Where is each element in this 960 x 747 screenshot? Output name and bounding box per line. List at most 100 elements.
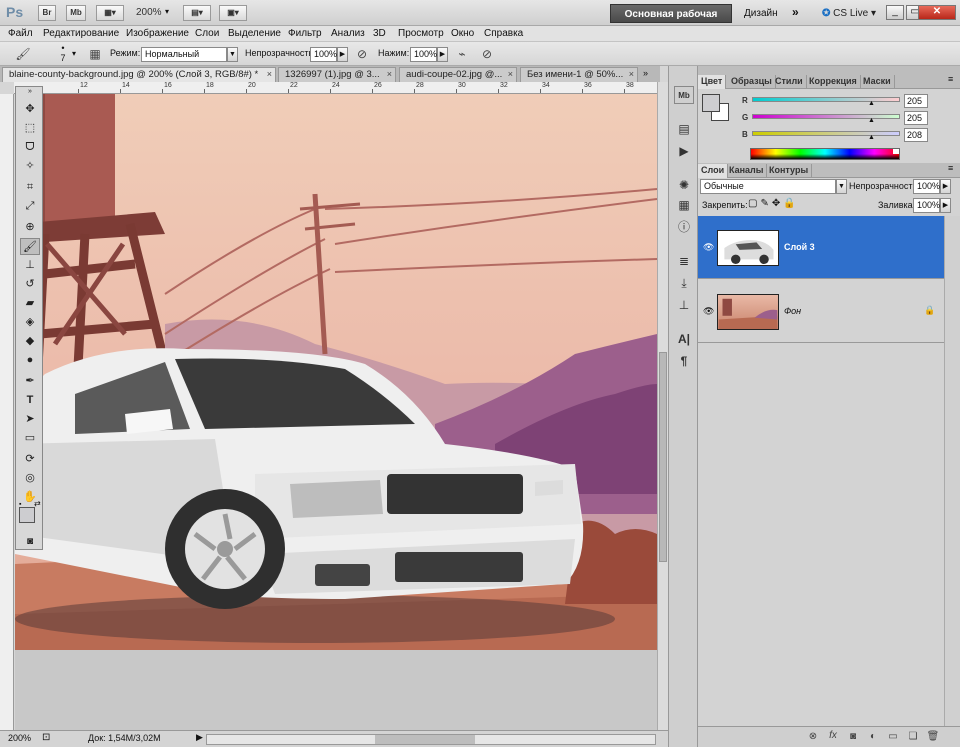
swap-colors-icon[interactable]: ⇄ xyxy=(34,499,41,508)
chevron-down-icon[interactable]: ▾ xyxy=(165,7,169,16)
quick-mask-icon[interactable]: ◙ xyxy=(20,533,40,550)
menu-edit[interactable]: Редактирование xyxy=(43,27,119,40)
tab-paths[interactable]: Контуры xyxy=(766,164,813,178)
opacity-input[interactable]: 100% xyxy=(310,47,337,62)
workspace-design-button[interactable]: Дизайн xyxy=(744,4,778,23)
color-spectrum-ramp[interactable] xyxy=(750,148,900,160)
tab-masks[interactable]: Маски xyxy=(860,75,895,89)
mode-select-chevron-icon[interactable]: ▼ xyxy=(227,47,238,62)
close-button[interactable]: ✕ xyxy=(918,5,956,20)
actions-panel-icon[interactable]: ▶ xyxy=(674,142,694,160)
fill-input[interactable]: 100% xyxy=(913,198,940,213)
link-layers-icon[interactable]: ⊗ xyxy=(806,731,820,742)
close-icon[interactable]: × xyxy=(267,68,272,81)
move-tool-icon[interactable]: ✥ xyxy=(20,101,40,118)
visibility-eye-icon[interactable]: 👁 xyxy=(703,242,714,253)
menu-analysis[interactable]: Анализ xyxy=(331,27,365,40)
tab-channels[interactable]: Каналы xyxy=(726,164,768,178)
menu-window[interactable]: Окно xyxy=(451,27,474,40)
status-menu-arrow-icon[interactable]: ▶ xyxy=(196,732,203,743)
new-layer-icon[interactable]: ❏ xyxy=(906,731,920,742)
clone-source-panel-icon[interactable]: ⊥ xyxy=(674,296,694,314)
brush-presets-panel-icon[interactable]: ≣ xyxy=(674,252,694,270)
eyedropper-tool-icon[interactable]: ⤢ xyxy=(20,198,40,215)
type-tool-icon[interactable]: T xyxy=(20,392,40,409)
layer-opacity-input[interactable]: 100% xyxy=(913,179,940,194)
red-value[interactable]: 205 xyxy=(904,94,928,108)
slider-handle-icon[interactable]: ▲ xyxy=(868,117,875,124)
shape-tool-icon[interactable]: ▭ xyxy=(20,430,40,447)
opacity-slider-arrow-icon[interactable]: ▶ xyxy=(337,47,348,62)
document-canvas[interactable] xyxy=(15,94,657,730)
pen-tool-icon[interactable]: ✒ xyxy=(20,373,40,390)
menu-image[interactable]: Изображение xyxy=(126,27,189,40)
history-brush-icon[interactable]: ↺ xyxy=(20,276,40,293)
mini-bridge-panel-icon[interactable]: Mb xyxy=(674,86,694,104)
layer-row-sloy3[interactable]: 👁 Слой 3 xyxy=(698,216,944,279)
lock-icons[interactable]: ▢✎✥🔒 xyxy=(748,198,799,209)
more-workspaces-button[interactable]: » xyxy=(792,5,799,19)
blur-tool-icon[interactable]: ◆ xyxy=(20,333,40,350)
minimize-button[interactable]: _ xyxy=(886,5,904,20)
more-tabs-icon[interactable]: » xyxy=(643,68,648,78)
tablet-size-icon[interactable]: ⊘ xyxy=(478,46,496,63)
green-slider[interactable] xyxy=(752,114,900,119)
tab-color[interactable]: Цвет xyxy=(698,75,727,89)
fill-arrow-icon[interactable]: ▶ xyxy=(940,198,951,213)
menu-help[interactable]: Справка xyxy=(484,27,523,40)
arrange-documents-button[interactable]: ▤▾ xyxy=(183,5,211,21)
tab-adjustments[interactable]: Коррекция xyxy=(806,75,861,89)
character-panel-icon[interactable]: A| xyxy=(674,330,694,348)
green-value[interactable]: 205 xyxy=(904,111,928,125)
layer-opacity-arrow-icon[interactable]: ▶ xyxy=(940,179,951,194)
brush-size[interactable]: • 7 xyxy=(58,43,68,63)
airbrush-icon[interactable]: ⌁ xyxy=(453,46,471,63)
3d-rotate-icon[interactable]: ⟳ xyxy=(20,451,40,468)
slider-handle-icon[interactable]: ▲ xyxy=(868,134,875,141)
menu-filter[interactable]: Фильтр xyxy=(288,27,322,40)
zoom-level[interactable]: 200% xyxy=(136,7,162,18)
pressure-input[interactable]: 100% xyxy=(410,47,437,62)
lasso-tool-icon[interactable]: ᗜ xyxy=(20,139,40,156)
red-slider[interactable] xyxy=(752,97,900,102)
close-icon[interactable]: × xyxy=(508,68,513,81)
bridge-button[interactable]: Br xyxy=(38,5,56,21)
slider-handle-icon[interactable]: ▲ xyxy=(868,100,875,107)
close-icon[interactable]: × xyxy=(629,68,634,81)
delete-layer-icon[interactable]: 🗑 xyxy=(926,731,940,742)
brush-panel-icon[interactable]: ⤓ xyxy=(674,274,694,292)
layer-name[interactable]: Слой 3 xyxy=(784,242,815,252)
status-info-icon[interactable]: ⊡ xyxy=(42,732,50,743)
scroll-thumb[interactable] xyxy=(375,735,475,744)
brush-picker-chevron-icon[interactable]: ▾ xyxy=(72,49,76,58)
screen-mode-button[interactable]: ▣▾ xyxy=(219,5,247,21)
new-group-icon[interactable]: ▭ xyxy=(886,731,900,742)
3d-orbit-icon[interactable]: ◎ xyxy=(20,470,40,487)
path-selection-icon[interactable]: ➤ xyxy=(20,411,40,428)
mode-select[interactable]: Нормальный xyxy=(141,47,227,62)
brush-tool-icon[interactable]: 🖌 xyxy=(20,238,40,255)
menu-file[interactable]: Файл xyxy=(8,27,33,40)
dodge-tool-icon[interactable]: ● xyxy=(20,352,40,369)
doc-tab-blaine-county[interactable]: blaine-county-background.jpg @ 200% (Сло… xyxy=(2,67,276,82)
menu-layers[interactable]: Слои xyxy=(195,27,219,40)
info-panel-icon[interactable]: ⓘ xyxy=(674,218,694,236)
add-mask-icon[interactable]: ◙ xyxy=(846,731,860,742)
layer-row-fon[interactable]: 👁 Фон 🔒 xyxy=(698,280,944,343)
toolbox-collapse-icon[interactable]: » xyxy=(20,88,40,95)
quick-selection-icon[interactable]: ✧ xyxy=(20,158,40,175)
panel-menu-icon[interactable]: ≡ xyxy=(948,74,953,84)
panel-menu-icon[interactable]: ≡ xyxy=(948,163,953,173)
eraser-tool-icon[interactable]: ▰ xyxy=(20,295,40,312)
blend-mode-select[interactable]: Обычные xyxy=(700,179,836,194)
status-zoom[interactable]: 200% xyxy=(8,733,31,743)
paint-bucket-icon[interactable]: ◈ xyxy=(20,314,40,331)
blue-value[interactable]: 208 xyxy=(904,128,928,142)
horizontal-scrollbar[interactable] xyxy=(206,734,656,745)
vertical-scrollbar[interactable] xyxy=(657,82,668,730)
menu-3d[interactable]: 3D xyxy=(373,27,386,40)
tab-layers[interactable]: Слои xyxy=(698,164,729,178)
adjustment-layer-icon[interactable]: ◐ xyxy=(866,731,880,742)
crop-tool-icon[interactable]: ⌗ xyxy=(20,179,40,196)
tab-swatches[interactable]: Образцы xyxy=(728,75,776,89)
